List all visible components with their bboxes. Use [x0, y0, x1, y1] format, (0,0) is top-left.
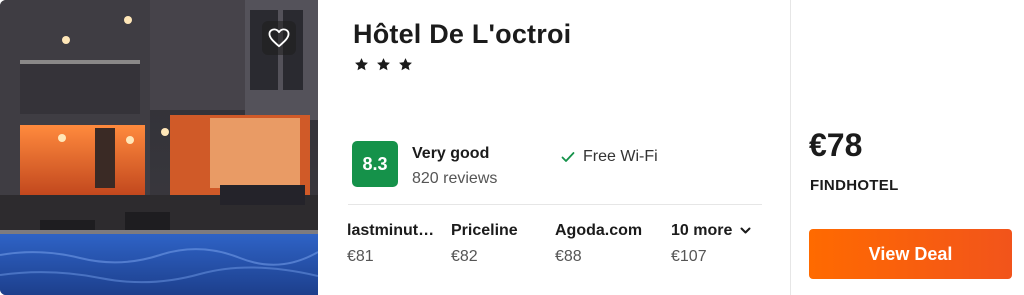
review-count[interactable]: 820 reviews	[412, 170, 497, 188]
provider-name: lastminut…	[347, 222, 435, 239]
favorite-button[interactable]	[262, 21, 296, 55]
hotel-name[interactable]: Hôtel De L'octroi	[353, 19, 571, 50]
more-providers-button[interactable]: 10 more €107	[671, 222, 767, 266]
deal-price[interactable]: €78	[809, 127, 862, 164]
hotel-photo[interactable]	[0, 0, 318, 295]
rating-score-badge[interactable]: 8.3	[352, 141, 398, 187]
star-icon	[355, 58, 368, 71]
star-icon	[377, 58, 390, 71]
hotel-stars	[354, 57, 413, 72]
provider-list: lastminut… €81 Priceline €82 Agoda.com €…	[347, 222, 767, 282]
deal-panel: €78 FINDHOTEL View Deal	[791, 0, 1024, 295]
provider-price: €82	[451, 248, 478, 265]
deal-provider: FINDHOTEL	[810, 177, 899, 194]
hotel-info: Hôtel De L'octroi 8.3 Very good 820 revi…	[318, 0, 790, 295]
provider-name: Agoda.com	[555, 222, 643, 239]
amenity-wifi: Free Wi-Fi	[561, 148, 658, 166]
amenity-label: Free Wi-Fi	[583, 148, 658, 165]
rating-label: Very good	[412, 145, 490, 162]
check-icon	[561, 152, 575, 162]
provider-name: Priceline	[451, 222, 518, 239]
more-label: 10 more	[671, 222, 733, 239]
hotel-result-card: Hôtel De L'octroi 8.3 Very good 820 revi…	[0, 0, 1024, 295]
divider	[348, 204, 762, 205]
star-icon	[399, 58, 412, 71]
chevron-down-icon	[740, 227, 751, 234]
view-deal-button[interactable]: View Deal	[809, 229, 1012, 279]
heart-icon	[268, 28, 290, 48]
provider-price: €81	[347, 248, 374, 265]
provider-option[interactable]: lastminut… €81	[347, 222, 439, 266]
provider-option[interactable]: Priceline €82	[451, 222, 546, 266]
provider-option[interactable]: Agoda.com €88	[555, 222, 660, 266]
more-price: €107	[671, 248, 707, 265]
provider-price: €88	[555, 248, 582, 265]
